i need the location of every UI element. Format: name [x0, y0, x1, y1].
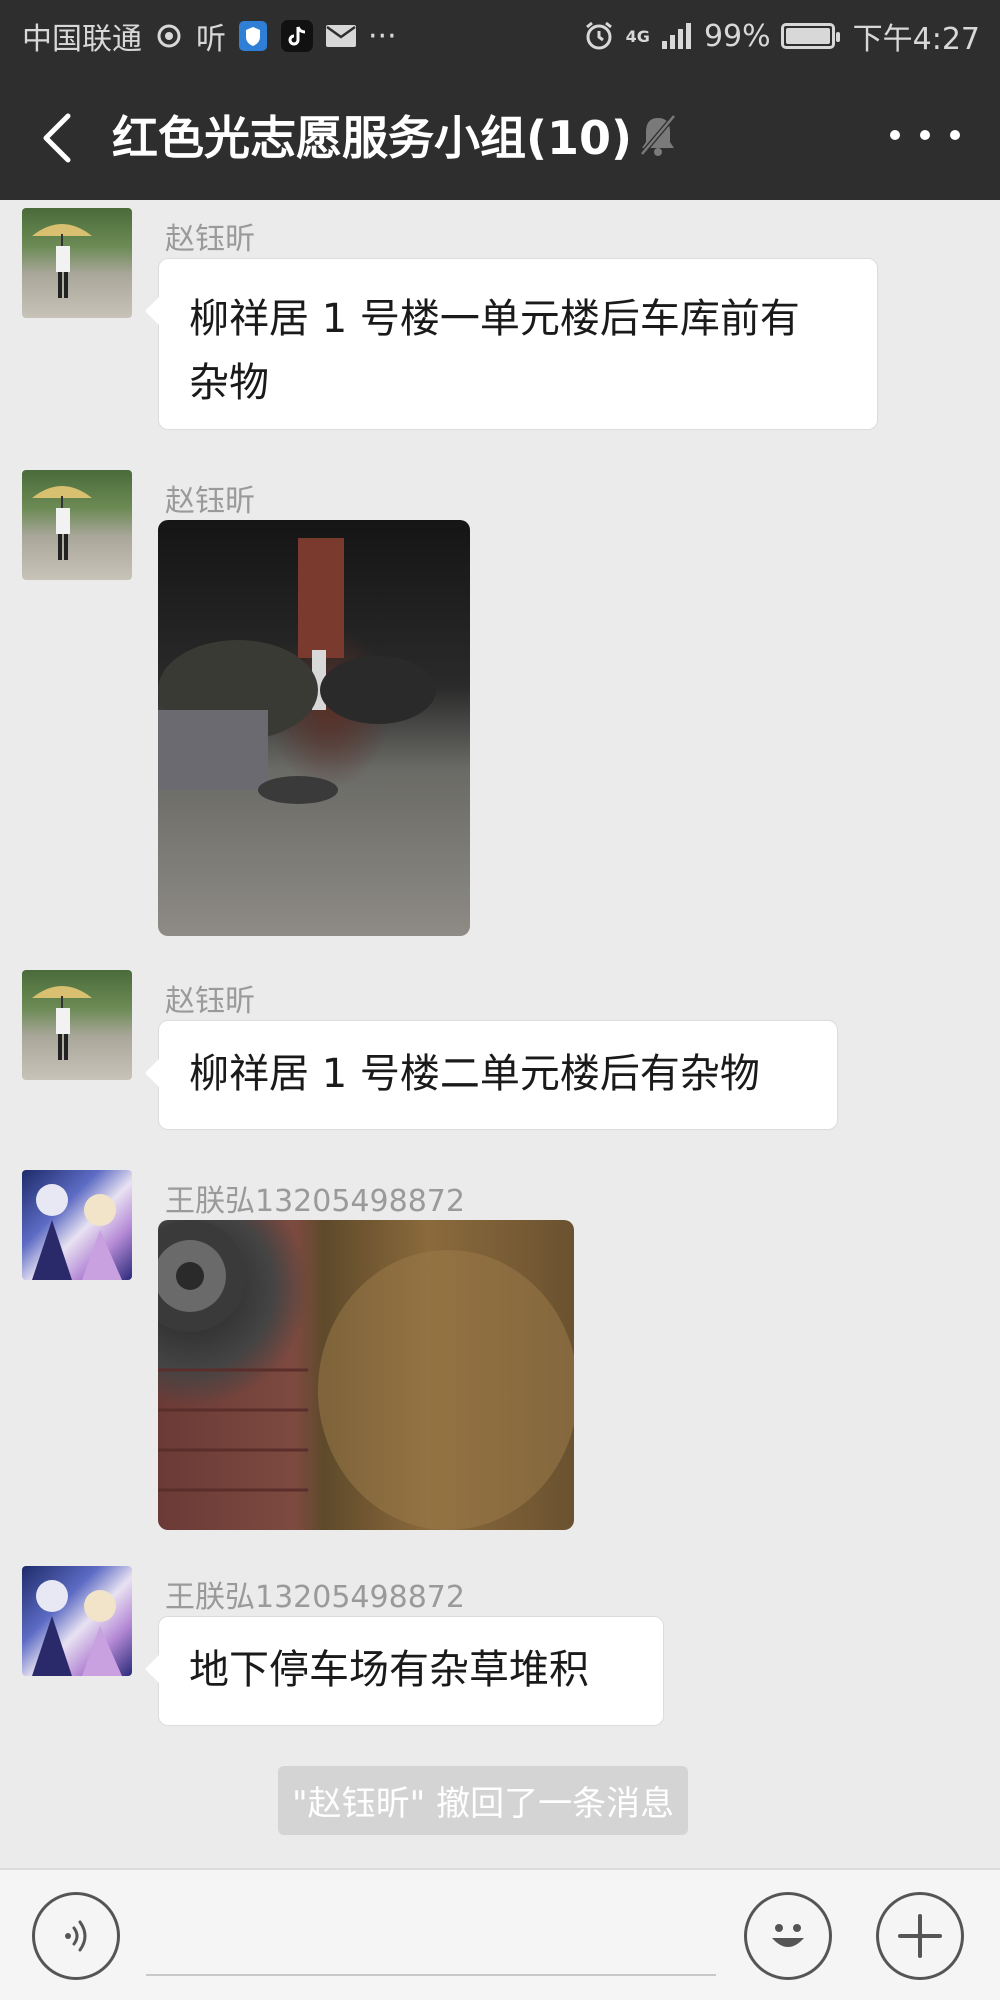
message-bubble[interactable]: 柳祥居 1 号楼一单元楼后车库前有 杂物 — [145, 258, 878, 430]
avatar[interactable] — [22, 1170, 132, 1280]
voice-button[interactable] — [32, 1892, 120, 1980]
battery-icon — [780, 23, 840, 49]
battery-percent: 99% — [703, 18, 771, 54]
sender-name: 王朕弘13205498872 — [165, 1580, 465, 1615]
sender-name: 赵钰昕 — [165, 222, 255, 257]
alarm-icon — [582, 19, 616, 53]
photo-weeds-image — [158, 1220, 574, 1530]
message-bubble[interactable]: 柳祥居 1 号楼二单元楼后有杂物 — [145, 1020, 838, 1130]
carrier-label: 中国联通 — [22, 22, 142, 57]
image-message[interactable] — [158, 1220, 574, 1530]
umbrella-person-avatar-icon — [32, 986, 92, 1060]
avatar[interactable] — [22, 470, 132, 580]
more-notifications: ··· — [368, 18, 397, 54]
message-input[interactable] — [146, 1926, 716, 1976]
emoji-button[interactable] — [744, 1892, 832, 1980]
chat-header: 红色光志愿服务小组(10) — [0, 70, 1000, 200]
status-right: 4G 99% 下午4:27 — [582, 14, 980, 58]
dot-icon — [890, 130, 900, 140]
message-text-line: 地下停车场有杂草堆积 — [189, 1647, 589, 1693]
umbrella-person-avatar-icon — [32, 486, 92, 560]
sender-name: 赵钰昕 — [165, 484, 255, 519]
sender-name: 王朕弘13205498872 — [165, 1184, 465, 1219]
anime-avatar-icon — [32, 1184, 122, 1280]
message-text-line: 柳祥居 1 号楼二单元楼后有杂物 — [189, 1051, 760, 1097]
chevron-left-icon — [43, 113, 71, 163]
mute-bell-icon — [636, 110, 680, 160]
image-message[interactable] — [158, 520, 470, 936]
sender-name: 赵钰昕 — [165, 984, 255, 1019]
chat-title: 红色光志愿服务小组(10) — [112, 111, 633, 165]
tiktok-icon — [280, 19, 314, 53]
clock: 下午4:27 — [852, 22, 980, 57]
status-bar: 中国联通 听 ··· 4G 99% 下午4:27 — [0, 0, 1000, 70]
avatar[interactable] — [22, 1566, 132, 1676]
more-options-button[interactable] — [890, 120, 960, 150]
network-type: 4G — [625, 26, 650, 46]
message-text-line: 杂物 — [189, 360, 269, 406]
mail-icon — [324, 19, 358, 53]
input-bar — [0, 1868, 1000, 2000]
listen-app-label: 听 — [196, 22, 226, 57]
message-text-line: 柳祥居 1 号楼一单元楼后车库前有 — [189, 296, 800, 342]
anime-avatar-icon — [32, 1580, 122, 1676]
shield-icon — [236, 19, 270, 53]
umbrella-person-avatar-icon — [32, 224, 92, 298]
dot-icon — [950, 130, 960, 140]
signal-icon — [660, 19, 694, 53]
message-bubble[interactable]: 地下停车场有杂草堆积 — [145, 1616, 664, 1726]
photo-clutter-image — [158, 538, 436, 804]
plus-icon — [898, 1914, 942, 1958]
voice-icon — [65, 1920, 87, 1952]
avatar[interactable] — [22, 208, 132, 318]
back-button[interactable] — [34, 108, 78, 168]
avatar[interactable] — [22, 970, 132, 1080]
status-left: 中国联通 听 ··· — [22, 14, 397, 58]
recall-system-tip: "赵钰昕" 撤回了一条消息 — [278, 1766, 689, 1835]
dot-icon — [920, 130, 930, 140]
spiral-icon — [152, 19, 186, 53]
more-functions-button[interactable] — [876, 1892, 964, 1980]
smiley-icon — [772, 1924, 804, 1947]
